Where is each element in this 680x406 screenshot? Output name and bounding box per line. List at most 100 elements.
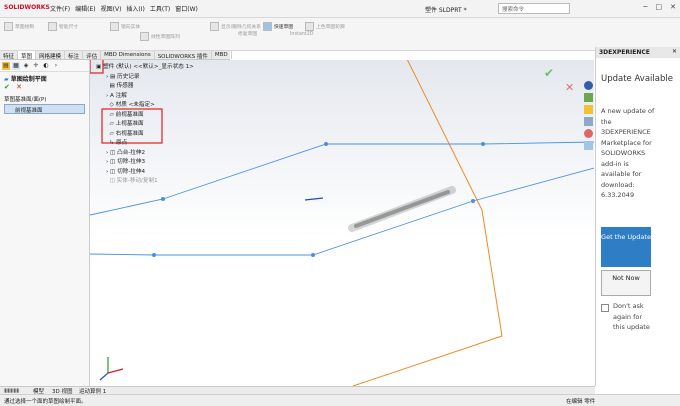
more-arrow-icon[interactable]: › bbox=[52, 62, 60, 70]
status-message: 通过选择一个面的草图绘制平面。 bbox=[4, 399, 87, 405]
tree-item-sensors[interactable]: ▤ 传感器 bbox=[96, 82, 194, 92]
update-message: A new update of the 3DEXPERIENCE Marketp… bbox=[601, 107, 655, 199]
instant2d-button[interactable]: Instant2D bbox=[290, 32, 313, 38]
normal-arrow bbox=[304, 197, 324, 201]
tree-item-move-copy[interactable]: ◫ 实体-移动/复制1 bbox=[96, 177, 194, 187]
task-pane-tabs bbox=[583, 78, 594, 153]
blurred-redaction bbox=[348, 186, 456, 232]
tree-item-material[interactable]: ◇ 材质 <未指定> bbox=[96, 101, 194, 111]
menu-insert[interactable]: 插入(I) bbox=[126, 4, 144, 13]
tab-sketch[interactable]: 草图 bbox=[18, 51, 37, 60]
command-toolbar: 草图绘制 智能尺寸 镜向实体 线性草图阵列 显示/删除几何关系 修复草图 快速草… bbox=[0, 18, 680, 51]
sketch-icon bbox=[4, 22, 13, 31]
sketch-button[interactable]: 草图绘制 bbox=[4, 22, 34, 31]
custom-properties-icon[interactable] bbox=[584, 141, 593, 150]
maximize-icon[interactable]: □ bbox=[656, 3, 663, 11]
menu-window[interactable]: 窗口(W) bbox=[175, 4, 198, 13]
menu-view[interactable]: 视图(V) bbox=[101, 4, 122, 13]
plane-handle-5 bbox=[152, 253, 156, 257]
view-triad-icon bbox=[99, 357, 124, 381]
orange-edge-right bbox=[481, 209, 503, 337]
smart-dimension-button[interactable]: 智能尺寸 bbox=[48, 22, 78, 31]
tree-item-top-plane[interactable]: ▱ 上视基准面 bbox=[96, 120, 194, 130]
pm-title: ▰ 草图绘制平面 bbox=[4, 76, 47, 83]
menu-edit[interactable]: 编辑(E) bbox=[75, 4, 95, 13]
app-logo: SOLIDWORKS bbox=[4, 4, 50, 11]
tab-addins[interactable]: SOLIDWORKS 插件 bbox=[155, 51, 212, 60]
config-manager-icon[interactable]: ◈ bbox=[22, 62, 30, 70]
tree-item-front-plane[interactable]: ▱ 前视基准面 bbox=[96, 111, 194, 121]
command-tabs: 特征 草图 网格建模 标注 评估 MBD Dimensions SOLIDWOR… bbox=[0, 51, 232, 60]
property-manager: ▤ ▦ ◈ ✛ ◐ › ▰ 草图绘制平面 ✔ ✕ 草图基准面/面(P) 前视基准… bbox=[0, 60, 90, 386]
task-pane-header: 3DEXPERIENCE ✕ bbox=[596, 47, 680, 58]
design-library-icon[interactable] bbox=[584, 93, 593, 102]
tree-root[interactable]: ▣ 塑件 (默认) <<默认>_显示状态 1> bbox=[96, 63, 194, 73]
pane-close-icon[interactable]: ✕ bbox=[672, 48, 677, 55]
view-palette-icon[interactable] bbox=[584, 117, 593, 126]
plane-handle-1 bbox=[324, 142, 328, 146]
part-icon: ▣ bbox=[96, 64, 102, 70]
menu-tools[interactable]: 工具(T) bbox=[150, 4, 170, 13]
search-input[interactable]: 搜索命令 bbox=[498, 3, 570, 14]
tree-item-annotations[interactable]: › A 注解 bbox=[96, 92, 194, 102]
tab-annotation[interactable]: 标注 bbox=[65, 51, 84, 60]
tree-item-history[interactable]: › ▤ 历史记录 bbox=[96, 73, 194, 83]
dont-ask-label: Don't ask again for this update bbox=[613, 302, 650, 331]
tree-item-cut-extrude-4[interactable]: › ◫ 切除-拉伸4 bbox=[96, 168, 194, 178]
menu-bar: 文件(F) 编辑(E) 视图(V) 插入(I) 工具(T) 窗口(W) bbox=[50, 4, 198, 13]
bottom-tabs: ▮▮▮▮▮ 模型 3D 视图 运动算例 1 bbox=[0, 386, 595, 395]
quick-sketch-icon bbox=[263, 22, 272, 31]
document-title: 塑件 SLDPRT * bbox=[425, 7, 467, 14]
manager-tabs: ▤ ▦ ◈ ✛ ◐ › bbox=[0, 60, 89, 72]
flyout-feature-tree: ▣ 塑件 (默认) <<默认>_显示状态 1> › ▤ 历史记录 ▤ 传感器 ›… bbox=[96, 63, 194, 187]
repair-sketch-button[interactable]: 修复草图 bbox=[238, 32, 257, 38]
cancel-icon[interactable]: ✕ bbox=[16, 83, 22, 91]
confirm-cancel-icon: ✕ bbox=[565, 81, 574, 94]
menu-file[interactable]: 文件(F) bbox=[50, 4, 70, 13]
orange-edge-bottom bbox=[352, 335, 503, 386]
contour-icon bbox=[305, 22, 314, 31]
window-controls: ─ □ ✕ bbox=[643, 3, 676, 11]
close-icon[interactable]: ✕ bbox=[670, 3, 676, 11]
tab-evaluate[interactable]: 评估 bbox=[83, 51, 102, 60]
ok-icon[interactable]: ✔ bbox=[4, 83, 10, 91]
dont-ask-checkbox[interactable] bbox=[601, 304, 609, 312]
tab-features[interactable]: 特征 bbox=[0, 51, 19, 60]
selected-face-field[interactable]: 前视基准面 bbox=[4, 104, 85, 114]
pm-actions: ✔ ✕ bbox=[0, 82, 89, 92]
linear-pattern-button[interactable]: 线性草图阵列 bbox=[140, 32, 180, 41]
plane-handle-6 bbox=[311, 253, 315, 257]
plane-icon: ▰ bbox=[4, 76, 9, 83]
feature-manager-icon[interactable]: ▤ bbox=[2, 62, 10, 70]
minimize-icon[interactable]: ─ bbox=[643, 3, 647, 11]
relations-button[interactable]: 显示/删除几何关系 bbox=[210, 22, 261, 31]
tree-item-right-plane[interactable]: ▱ 右视基准面 bbox=[96, 130, 194, 140]
not-now-button[interactable]: Not Now bbox=[601, 270, 651, 296]
title-bar: SOLIDWORKS 文件(F) 编辑(E) 视图(V) 插入(I) 工具(T)… bbox=[0, 0, 680, 18]
property-manager-icon[interactable]: ▦ bbox=[12, 62, 20, 70]
get-update-button[interactable]: Get the Update bbox=[601, 227, 651, 267]
task-pane: 3DEXPERIENCE ✕ Update Available A new up… bbox=[595, 47, 680, 386]
plane-handle-3 bbox=[161, 197, 165, 201]
appearances-icon[interactable] bbox=[584, 129, 593, 138]
pm-section-label: 草图基准面/面(P) bbox=[4, 97, 47, 103]
tab-mbd[interactable]: MBD bbox=[212, 51, 232, 59]
pattern-icon bbox=[140, 32, 149, 41]
dimension-icon bbox=[48, 22, 57, 31]
update-title: Update Available bbox=[601, 74, 673, 84]
display-manager-icon[interactable]: ◐ bbox=[42, 62, 50, 70]
quick-sketch-button[interactable]: 快速草图 bbox=[263, 22, 293, 31]
tree-item-boss-extrude[interactable]: › ◫ 凸台-拉伸2 bbox=[96, 149, 194, 159]
plane-handle-2 bbox=[481, 142, 485, 146]
tab-mesh[interactable]: 网格建模 bbox=[36, 51, 66, 60]
tab-mbd-dimensions[interactable]: MBD Dimensions bbox=[101, 51, 155, 59]
file-explorer-icon[interactable] bbox=[584, 105, 593, 114]
relations-icon bbox=[210, 22, 219, 31]
shaded-contours-button[interactable]: 上色草图轮廓 bbox=[305, 22, 345, 31]
solidworks-resources-icon[interactable] bbox=[584, 81, 593, 90]
mirror-entities-button[interactable]: 镜向实体 bbox=[110, 22, 140, 31]
tree-item-cut-extrude-3[interactable]: › ◫ 切除-拉伸3 bbox=[96, 158, 194, 168]
dim-expert-icon[interactable]: ✛ bbox=[32, 62, 40, 70]
orange-edge-top bbox=[406, 60, 483, 211]
tree-item-origin[interactable]: ↳ 原点 bbox=[96, 139, 194, 149]
